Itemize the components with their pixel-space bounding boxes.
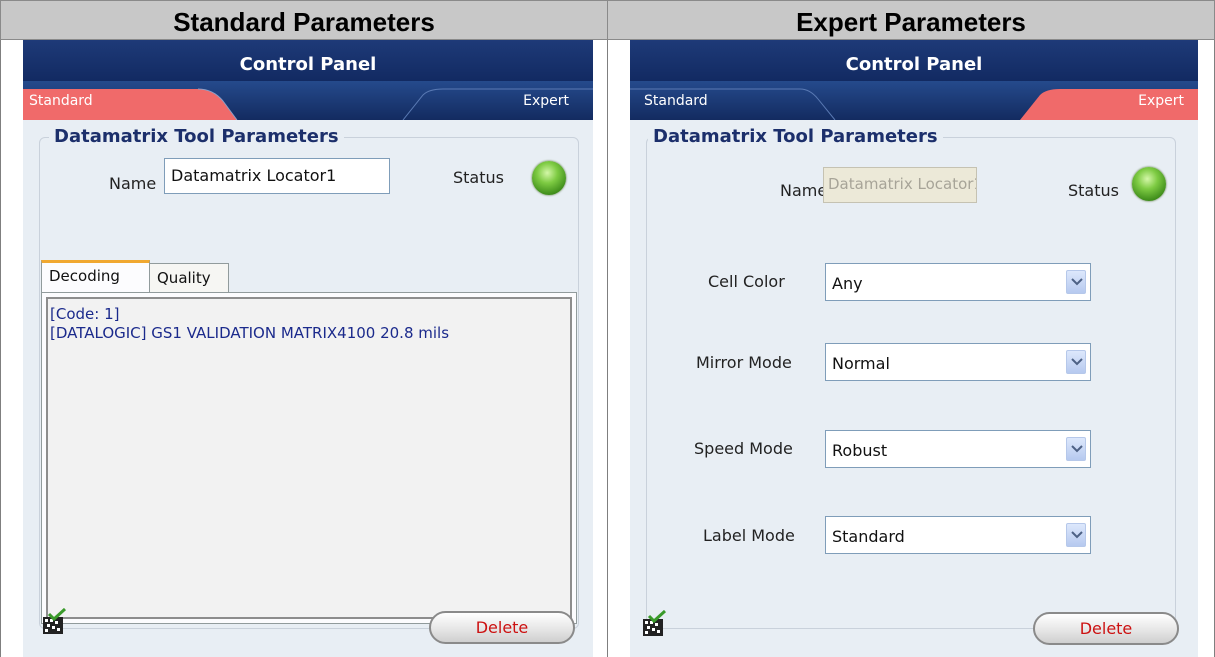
- column-separator: [607, 40, 608, 657]
- dropdown-arrow-icon[interactable]: [1066, 350, 1086, 374]
- tool-parameters-group: [646, 137, 1176, 629]
- tab-expert[interactable]: Expert: [1138, 93, 1184, 109]
- tab-shape-graphic: [23, 88, 593, 120]
- mirror-mode-select[interactable]: Normal: [825, 343, 1091, 381]
- decoding-line: [Code: 1]: [50, 305, 120, 323]
- tab-quality[interactable]: Quality: [149, 263, 229, 293]
- mirror-mode-label: Mirror Mode: [696, 353, 792, 372]
- expert-parameters-header: Expert Parameters: [607, 0, 1215, 40]
- datamatrix-tool-icon: [643, 610, 667, 636]
- control-panel-title: Control Panel: [23, 40, 593, 81]
- select-value: Robust: [832, 441, 888, 460]
- standard-control-panel: Control Panel Standard Expert Datamatrix…: [23, 40, 593, 657]
- section-title: Datamatrix Tool Parameters: [49, 126, 344, 147]
- mode-tab-bar: Standard Expert: [630, 81, 1198, 120]
- delete-button[interactable]: Delete: [429, 611, 575, 644]
- tab-decoding[interactable]: Decoding: [41, 260, 150, 293]
- status-led-icon: [532, 161, 566, 195]
- select-value: Normal: [832, 354, 890, 373]
- label-mode-label: Label Mode: [703, 526, 795, 545]
- speed-mode-label: Speed Mode: [694, 439, 793, 458]
- decoding-results-text[interactable]: [Code: 1] [DATALOGIC] GS1 VALIDATION MAT…: [46, 297, 572, 619]
- delete-button[interactable]: Delete: [1033, 612, 1179, 645]
- tab-expert[interactable]: Expert: [523, 93, 569, 109]
- name-input[interactable]: Datamatrix Locator1: [164, 158, 390, 194]
- column-separator: [0, 40, 1, 657]
- name-label: Name: [780, 181, 828, 200]
- status-label: Status: [453, 168, 504, 187]
- section-title: Datamatrix Tool Parameters: [648, 126, 943, 147]
- standard-parameters-header: Standard Parameters: [0, 0, 608, 40]
- label-mode-select[interactable]: Standard: [825, 516, 1091, 554]
- expert-control-panel: Control Panel Standard Expert Datamatrix…: [630, 40, 1198, 657]
- name-input: Datamatrix Locator1: [823, 167, 977, 203]
- select-value: Any: [832, 274, 863, 293]
- dropdown-arrow-icon[interactable]: [1066, 270, 1086, 294]
- control-panel-title: Control Panel: [630, 40, 1198, 81]
- tab-shape-graphic: [630, 88, 1198, 120]
- datamatrix-tool-icon: [43, 608, 67, 634]
- tab-standard[interactable]: Standard: [644, 93, 708, 109]
- status-led-icon: [1132, 167, 1166, 201]
- decoding-line: [DATALOGIC] GS1 VALIDATION MATRIX4100 20…: [50, 324, 450, 342]
- dropdown-arrow-icon[interactable]: [1066, 437, 1086, 461]
- dropdown-arrow-icon[interactable]: [1066, 523, 1086, 547]
- speed-mode-select[interactable]: Robust: [825, 430, 1091, 468]
- name-label: Name: [109, 174, 157, 193]
- tab-standard[interactable]: Standard: [29, 93, 93, 109]
- cell-color-label: Cell Color: [708, 272, 785, 291]
- decoding-tab-panel: [Code: 1] [DATALOGIC] GS1 VALIDATION MAT…: [41, 292, 577, 624]
- cell-color-select[interactable]: Any: [825, 263, 1091, 301]
- select-value: Standard: [832, 527, 905, 546]
- status-label: Status: [1068, 181, 1119, 200]
- mode-tab-bar: Standard Expert: [23, 81, 593, 120]
